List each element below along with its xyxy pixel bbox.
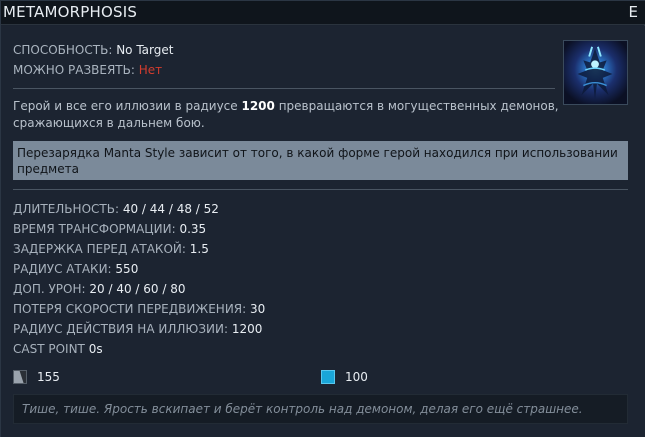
ability-lore: Тише, тише. Ярость вскипает и берёт конт… bbox=[13, 394, 628, 424]
cooldown-cost: 155 bbox=[13, 370, 60, 384]
attribute-row: РАДИУС АТАКИ: 550 bbox=[13, 262, 138, 276]
attribute-label: ВРЕМЯ ТРАНСФОРМАЦИИ: bbox=[13, 222, 176, 236]
attribute-label: ДОП. УРОН: bbox=[13, 282, 86, 296]
attribute-label: ЗАДЕРЖКА ПЕРЕД АТАКОЙ: bbox=[13, 242, 186, 256]
attribute-row: ПОТЕРЯ СКОРОСТИ ПЕРЕДВИЖЕНИЯ: 30 bbox=[13, 302, 265, 316]
attribute-label: ДЛИТЕЛЬНОСТЬ: bbox=[13, 202, 119, 216]
attribute-value: 1200 bbox=[231, 322, 263, 336]
ability-tooltip: METAMORPHOSIS E СПОСОБНОСТЬ: No Target М… bbox=[0, 0, 645, 437]
attribute-value: 40 / 44 / 48 / 52 bbox=[122, 202, 219, 216]
description-radius: 1200 bbox=[241, 99, 275, 113]
attribute-value: 0s bbox=[88, 342, 103, 356]
ability-note: Перезарядка Manta Style зависит от того,… bbox=[13, 141, 628, 180]
attribute-value: 20 / 40 / 60 / 80 bbox=[89, 282, 186, 296]
attribute-label: РАДИУС ДЕЙСТВИЯ НА ИЛЛЮЗИИ: bbox=[13, 322, 229, 336]
ability-hotkey: E bbox=[628, 3, 638, 21]
attribute-row: ВРЕМЯ ТРАНСФОРМАЦИИ: 0.35 bbox=[13, 222, 206, 236]
attribute-value: 550 bbox=[115, 262, 139, 276]
ability-type-label: СПОСОБНОСТЬ: bbox=[13, 43, 113, 57]
divider-middle bbox=[13, 189, 628, 190]
dispel-value: Нет bbox=[138, 63, 163, 77]
dispel-label: МОЖНО РАЗВЕЯТЬ: bbox=[13, 63, 135, 77]
attribute-row: ДЛИТЕЛЬНОСТЬ: 40 / 44 / 48 / 52 bbox=[13, 202, 219, 216]
cooldown-value: 155 bbox=[37, 370, 60, 384]
ability-type-value: No Target bbox=[116, 43, 174, 57]
attribute-row: РАДИУС ДЕЙСТВИЯ НА ИЛЛЮЗИИ: 1200 bbox=[13, 322, 262, 336]
metamorphosis-ability-icon bbox=[563, 40, 628, 105]
mana-icon bbox=[321, 370, 335, 384]
attribute-row: ЗАДЕРЖКА ПЕРЕД АТАКОЙ: 1.5 bbox=[13, 242, 209, 256]
tooltip-header: METAMORPHOSIS E bbox=[1, 1, 645, 25]
attribute-row: CAST POINT 0s bbox=[13, 342, 103, 356]
attribute-row: ДОП. УРОН: 20 / 40 / 60 / 80 bbox=[13, 282, 185, 296]
attribute-value: 1.5 bbox=[189, 242, 209, 256]
attribute-value: 30 bbox=[250, 302, 266, 316]
dispel-row: МОЖНО РАЗВЕЯТЬ: Нет bbox=[13, 63, 162, 77]
ability-description: Герой и все его иллюзии в радиусе 1200 п… bbox=[13, 98, 613, 132]
attribute-label: ПОТЕРЯ СКОРОСТИ ПЕРЕДВИЖЕНИЯ: bbox=[13, 302, 247, 316]
ability-name: METAMORPHOSIS bbox=[3, 3, 138, 21]
divider-top bbox=[13, 88, 555, 89]
mana-value: 100 bbox=[345, 370, 368, 384]
cooldown-icon bbox=[13, 370, 27, 384]
mana-cost: 100 bbox=[321, 370, 368, 384]
attribute-value: 0.35 bbox=[179, 222, 207, 236]
description-part-1: Герой и все его иллюзии в радиусе bbox=[13, 99, 242, 113]
attribute-label: РАДИУС АТАКИ: bbox=[13, 262, 112, 276]
ability-type-row: СПОСОБНОСТЬ: No Target bbox=[13, 43, 173, 57]
attribute-label: CAST POINT bbox=[13, 342, 85, 356]
